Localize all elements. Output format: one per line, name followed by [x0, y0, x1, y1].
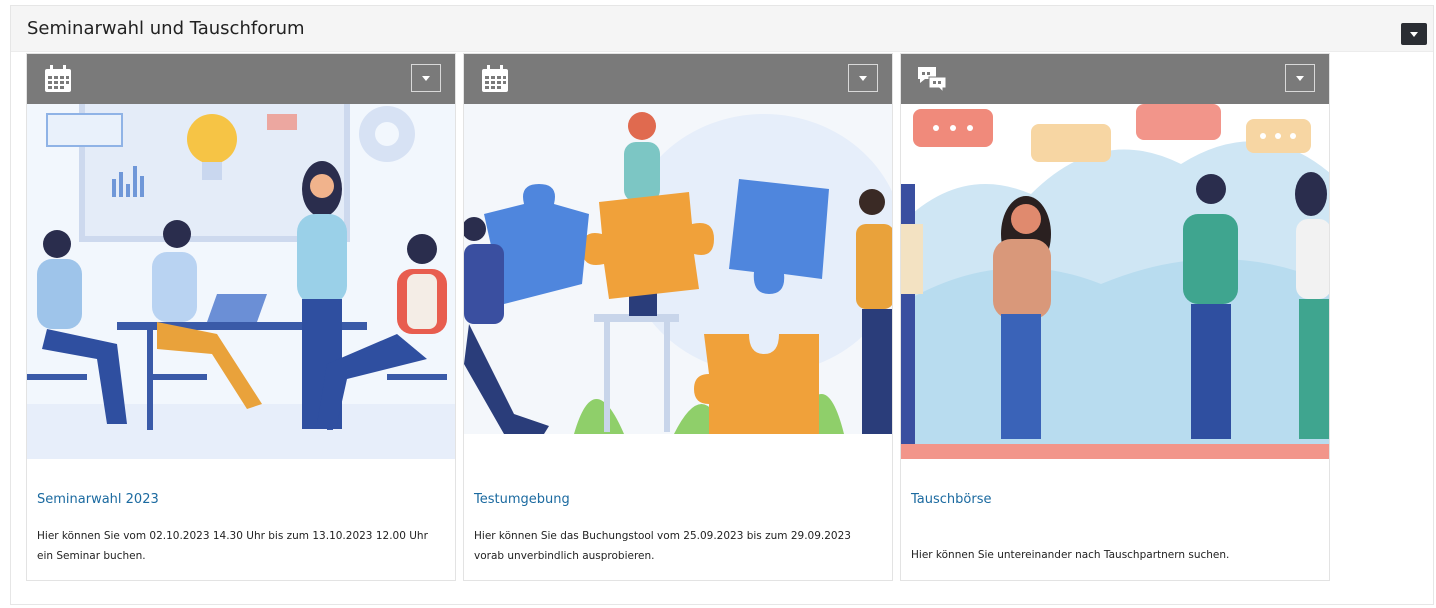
chat-bubbles-icon: [918, 67, 947, 94]
card-title[interactable]: Tauschbörse: [911, 492, 991, 507]
panel-title: Seminarwahl und Tauschforum: [27, 18, 305, 39]
card-illustration-team-meeting: [27, 104, 455, 459]
card-header: [464, 54, 892, 104]
card-description: Hier können Sie untereinander nach Tausc…: [911, 549, 1230, 561]
card-illustration-puzzle-team: [464, 104, 892, 459]
card-seminarwahl[interactable]: Seminarwahl 2023 Hier können Sie vom 02.…: [26, 53, 456, 581]
card-menu-dropdown[interactable]: [848, 64, 878, 92]
card-testumgebung[interactable]: Testumgebung Hier können Sie das Buchung…: [463, 53, 893, 581]
card-illustration-people-chatting: [901, 104, 1329, 459]
panel-menu-button[interactable]: [1401, 23, 1427, 45]
calendar-icon: [45, 65, 71, 92]
card-header: [27, 54, 455, 104]
card-description: Hier können Sie vom 02.10.2023 14.30 Uhr…: [37, 530, 428, 562]
card-title[interactable]: Testumgebung: [474, 492, 570, 507]
card-tauschboerse[interactable]: Tauschbörse Hier können Sie untereinande…: [900, 53, 1330, 581]
panel-header: Seminarwahl und Tauschforum: [11, 6, 1433, 52]
calendar-icon: [482, 65, 508, 92]
card-description: Hier können Sie das Buchungstool vom 25.…: [474, 530, 851, 562]
card-title[interactable]: Seminarwahl 2023: [37, 492, 159, 507]
card-header: [901, 54, 1329, 104]
card-menu-dropdown[interactable]: [1285, 64, 1315, 92]
card-menu-dropdown[interactable]: [411, 64, 441, 92]
